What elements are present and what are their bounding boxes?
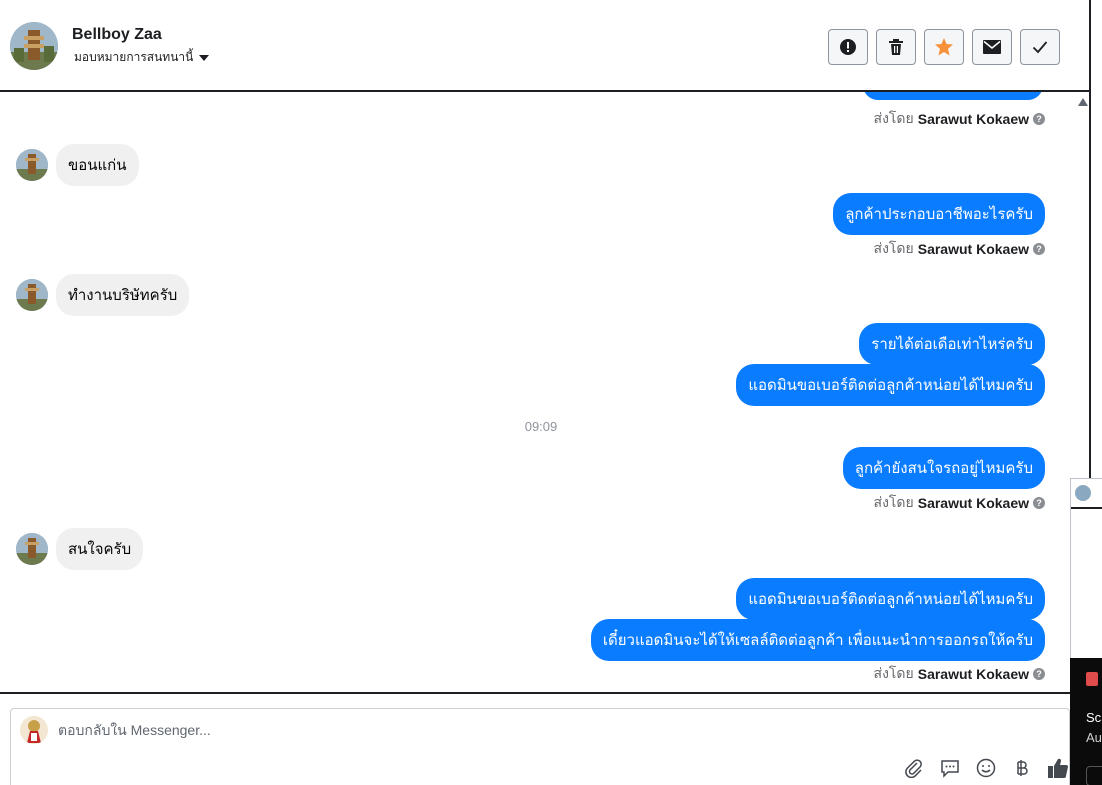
messenger-inbox: Bellboy Zaa มอบหมายการสนทนานี้ ส่งโดย Sa… — [0, 0, 1102, 785]
outgoing-message[interactable]: ลูกค้ายังสนใจรถอยู่ไหมครับ — [842, 447, 1045, 489]
contact-avatar-small — [16, 149, 48, 181]
toast-title: Sc — [1086, 710, 1102, 725]
help-icon[interactable]: ? — [1033, 113, 1045, 125]
mini-divider — [1071, 507, 1102, 509]
outgoing-message[interactable]: แอดมินขอเบอร์ติดต่อลูกค้าหน่อยได้ไหมครับ — [736, 364, 1045, 406]
incoming-message: ทำงานบริษัทครับ — [16, 274, 190, 316]
message-bubble[interactable]: ขอนแก่น — [56, 144, 139, 186]
alert-icon — [840, 39, 856, 55]
sent-by-prefix: ส่งโดย — [873, 665, 914, 681]
comment-icon — [941, 760, 959, 778]
notification-toast[interactable]: Sc Au — [1070, 658, 1102, 785]
message-thread[interactable]: ส่งโดย Sarawut Kokaew ? ขอนแก่น ลูกค้าปร… — [0, 92, 1089, 692]
outgoing-message[interactable]: ลูกค้าประกอบอาชีพอะไรครับ — [833, 193, 1045, 235]
side-overlay: Sc Au — [1070, 478, 1102, 785]
sent-by-label: ส่งโดย Sarawut Kokaew ? — [874, 238, 1045, 260]
sender-name: Sarawut Kokaew — [917, 495, 1029, 511]
mini-avatar — [1075, 485, 1091, 501]
outgoing-message[interactable]: เดี๋ยวแอดมินจะได้ให้เซลล์ติดต่อลูกค้า เพ… — [590, 619, 1045, 661]
outgoing-message-partial — [863, 92, 1043, 100]
baht-icon — [1017, 760, 1028, 776]
incoming-message: ขอนแก่น — [16, 144, 139, 186]
mark-spam-button[interactable] — [828, 29, 868, 65]
star-button[interactable] — [924, 29, 964, 65]
conversation-actions — [828, 29, 1060, 65]
mark-done-button[interactable] — [1020, 29, 1060, 65]
attach-button[interactable] — [902, 756, 926, 780]
page-avatar — [20, 716, 48, 744]
thumbs-up-icon — [1048, 758, 1068, 778]
message-bubble[interactable]: ทำงานบริษัทครับ — [56, 274, 190, 316]
trash-icon — [889, 39, 903, 55]
help-icon[interactable]: ? — [1033, 497, 1045, 509]
sent-by-prefix: ส่งโดย — [873, 494, 914, 510]
delete-button[interactable] — [876, 29, 916, 65]
mark-unread-button[interactable] — [972, 29, 1012, 65]
mail-icon — [983, 40, 1001, 54]
sender-name: Sarawut Kokaew — [917, 666, 1029, 682]
assign-label: มอบหมายการสนทนานี้ — [74, 50, 194, 64]
mini-chat-preview[interactable] — [1070, 478, 1102, 658]
payment-button[interactable] — [1010, 756, 1034, 780]
contact-name[interactable]: Bellboy Zaa — [72, 26, 162, 44]
contact-avatar[interactable] — [10, 22, 58, 70]
toast-button[interactable] — [1086, 766, 1102, 785]
message-bubble[interactable]: สนใจครับ — [56, 528, 144, 570]
outgoing-message[interactable]: รายได้ต่อเดือเท่าไหร่ครับ — [859, 323, 1045, 365]
reply-composer — [0, 692, 1070, 785]
reply-input[interactable] — [58, 722, 758, 738]
contact-avatar-small — [16, 533, 48, 565]
saved-replies-button[interactable] — [938, 756, 962, 780]
conversation-header: Bellboy Zaa มอบหมายการสนทนานี้ — [0, 0, 1090, 92]
emoji-icon — [976, 758, 996, 778]
sent-by-label: ส่งโดย Sarawut Kokaew ? — [874, 492, 1045, 514]
toast-subtitle: Au — [1086, 730, 1102, 745]
incoming-message: สนใจครับ — [16, 528, 144, 570]
timestamp-separator: 09:09 — [524, 419, 558, 434]
outgoing-message[interactable]: แอดมินขอเบอร์ติดต่อลูกค้าหน่อยได้ไหมครับ — [736, 578, 1045, 620]
emoji-button[interactable] — [974, 756, 998, 780]
sent-by-label: ส่งโดย Sarawut Kokaew ? — [874, 108, 1045, 130]
star-icon — [935, 38, 953, 56]
sender-name: Sarawut Kokaew — [917, 241, 1029, 257]
sent-by-prefix: ส่งโดย — [873, 110, 914, 126]
sender-name: Sarawut Kokaew — [917, 111, 1029, 127]
sent-by-prefix: ส่งโดย — [873, 240, 914, 256]
help-icon[interactable]: ? — [1033, 668, 1045, 680]
contact-avatar-small — [16, 279, 48, 311]
like-button[interactable] — [1046, 756, 1070, 780]
paperclip-icon — [905, 759, 922, 778]
composer-tools — [902, 756, 1070, 780]
assign-conversation-dropdown[interactable]: มอบหมายการสนทนานี้ — [74, 48, 210, 67]
scroll-up-arrow-icon[interactable] — [1078, 98, 1088, 106]
caret-down-icon — [199, 54, 210, 61]
help-icon[interactable]: ? — [1033, 243, 1045, 255]
check-icon — [1032, 41, 1048, 54]
sent-by-label: ส่งโดย Sarawut Kokaew ? — [874, 663, 1045, 685]
app-icon — [1086, 672, 1098, 686]
